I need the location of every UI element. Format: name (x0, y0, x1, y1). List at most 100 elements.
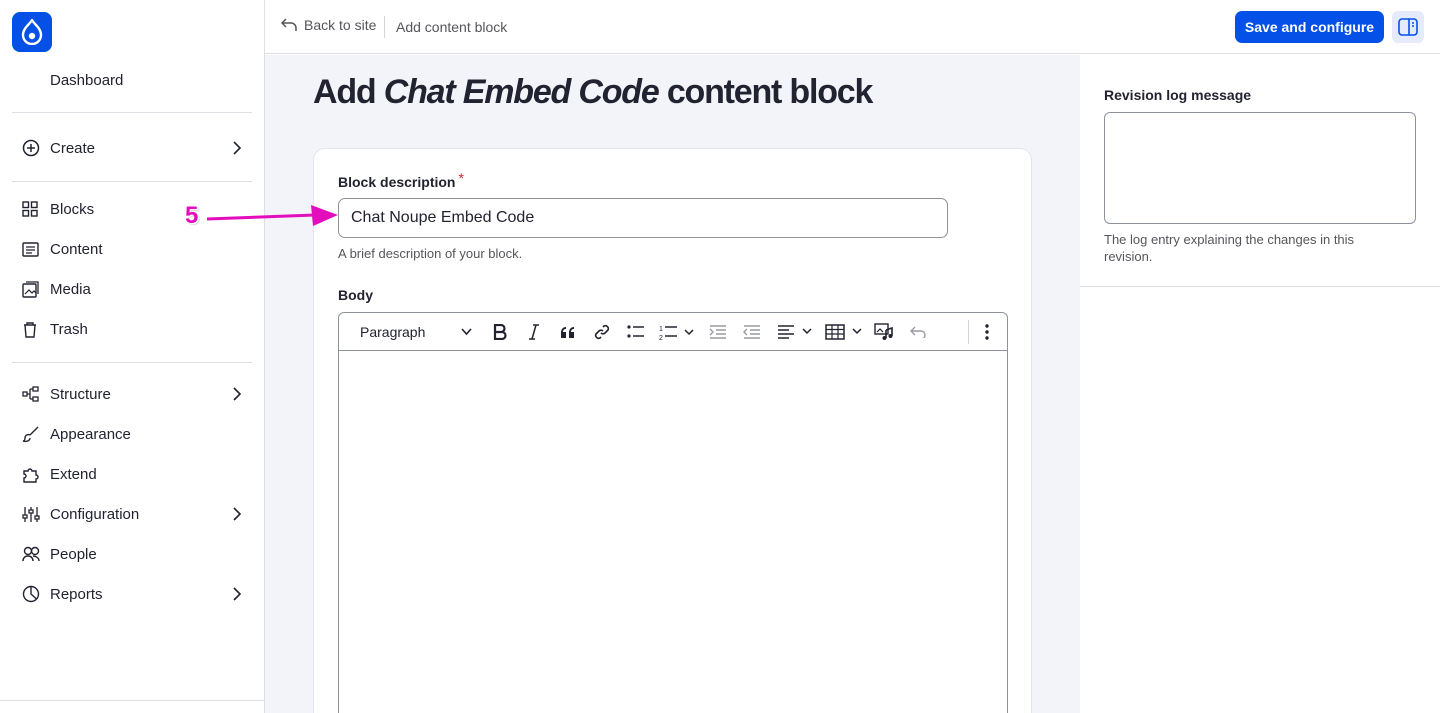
toolbar-divider (968, 320, 969, 344)
required-marker: * (458, 170, 464, 186)
outdent-icon (743, 325, 760, 339)
numbered-list-button[interactable]: 12 (656, 313, 698, 351)
text-align-dropdown[interactable] (774, 313, 816, 351)
page-title: Add Chat Embed Code content block (313, 73, 874, 112)
sidebar-item-label: People (50, 545, 97, 563)
block-description-label: Block description * (338, 170, 464, 190)
chevron-down-icon (461, 328, 472, 336)
admin-sidebar: Dashboard Create Blocks Content Media Tr… (0, 0, 265, 713)
sidebar-item-appearance[interactable]: Appearance (12, 416, 252, 452)
sidebar-item-label: Trash (50, 320, 88, 338)
sidebar-item-people[interactable]: People (12, 536, 252, 572)
sidebar-item-dashboard[interactable]: Dashboard (50, 72, 123, 89)
insert-media-button[interactable] (870, 313, 898, 351)
form-card: Block description* A brief description o… (313, 148, 1032, 713)
sidebar-item-configuration[interactable]: Configuration (12, 496, 252, 532)
paragraph-format-dropdown[interactable]: Paragraph (347, 313, 477, 351)
sidebar-divider (12, 112, 252, 113)
sidebar-divider (12, 362, 252, 363)
chevron-right-icon[interactable] (222, 507, 252, 521)
insert-table-dropdown[interactable] (823, 313, 865, 351)
chevron-right-icon[interactable] (222, 387, 252, 401)
align-left-icon (778, 325, 812, 339)
indent-button[interactable] (704, 313, 732, 351)
media-image-icon (12, 280, 50, 298)
sidebar-item-media[interactable]: Media (12, 271, 252, 307)
more-vertical-icon (985, 324, 989, 340)
chart-pie-icon (12, 585, 50, 603)
sidebar-divider (0, 700, 265, 701)
puzzle-icon (12, 466, 50, 483)
bulleted-list-icon (627, 325, 644, 338)
sidebar-item-reports[interactable]: Reports (12, 576, 252, 612)
sidebar-item-label: Structure (50, 385, 111, 403)
italic-button[interactable] (520, 313, 548, 351)
main-content: Add Chat Embed Code content block Block … (265, 55, 1080, 713)
trash-icon (12, 321, 50, 338)
svg-text:1: 1 (659, 326, 663, 333)
blockquote-button[interactable] (554, 313, 582, 351)
bold-button[interactable] (486, 313, 514, 351)
bold-icon (493, 324, 507, 340)
revision-log-label: Revision log message (1104, 87, 1252, 103)
sidebar-item-trash[interactable]: Trash (12, 311, 252, 347)
sidebar-panel-icon (1398, 18, 1418, 36)
title-suffix: content block (666, 73, 874, 111)
content-list-icon (12, 241, 50, 257)
editor-toolbar: Paragraph 12 (339, 313, 1007, 351)
people-icon (12, 546, 50, 562)
sidebar-item-structure[interactable]: Structure (12, 376, 252, 412)
sidebar-item-content[interactable]: Content (12, 231, 252, 267)
structure-icon (12, 386, 50, 402)
media-music-icon (874, 323, 893, 340)
brush-icon (12, 425, 50, 443)
blocks-grid-icon (12, 201, 50, 217)
sidebar-item-label: Content (50, 240, 103, 258)
sidebar-item-label: Create (50, 139, 96, 157)
indent-icon (709, 325, 726, 339)
link-icon (594, 324, 610, 340)
drupal-logo[interactable] (12, 12, 52, 52)
chevron-right-icon[interactable] (222, 141, 252, 155)
drupal-drop-icon (21, 19, 43, 45)
body-label: Body (338, 287, 373, 303)
block-description-input[interactable] (338, 198, 948, 238)
title-prefix: Add (313, 73, 377, 111)
table-icon (825, 324, 862, 340)
meta-sidebar: Revision log message The log entry expla… (1080, 55, 1440, 713)
body-editor[interactable]: Paragraph 12 (338, 312, 1008, 713)
breadcrumb-divider (384, 16, 385, 38)
sliders-icon (12, 506, 50, 523)
sidebar-item-label: Media (50, 280, 91, 298)
block-description-help: A brief description of your block. (338, 246, 523, 261)
side-divider (1080, 286, 1440, 287)
numbered-list-icon: 12 (659, 326, 694, 340)
title-block-type: Chat Embed Code (383, 73, 660, 111)
sidebar-item-label: Configuration (50, 505, 140, 523)
sidebar-item-extend[interactable]: Extend (12, 456, 252, 492)
annotation-step-number: 5 (185, 202, 199, 229)
back-arrow-icon (281, 18, 297, 31)
plus-circle-icon (12, 139, 50, 157)
sidebar-item-create[interactable]: Create (12, 130, 252, 166)
top-bar: Back to site Add content block Save and … (265, 0, 1440, 54)
italic-icon (529, 324, 539, 340)
svg-text:2: 2 (659, 335, 663, 340)
sidebar-item-label: Reports (50, 585, 103, 603)
undo-icon (909, 326, 926, 338)
block-description-label-text: Block description (338, 174, 456, 190)
outdent-button[interactable] (738, 313, 766, 351)
save-and-configure-button[interactable]: Save and configure (1235, 11, 1384, 43)
sidebar-item-label: Extend (50, 465, 97, 483)
bulleted-list-button[interactable] (622, 313, 650, 351)
annotation-arrow-icon (206, 205, 338, 226)
sidebar-divider (12, 181, 252, 182)
back-to-site-link[interactable]: Back to site (281, 17, 376, 33)
link-button[interactable] (588, 313, 616, 351)
more-options-button[interactable] (975, 313, 999, 351)
undo-button[interactable] (904, 313, 932, 351)
format-selected-label: Paragraph (360, 324, 426, 340)
chevron-right-icon[interactable] (222, 587, 252, 601)
toggle-sidebar-button[interactable] (1392, 11, 1424, 43)
revision-log-textarea[interactable] (1104, 112, 1416, 224)
